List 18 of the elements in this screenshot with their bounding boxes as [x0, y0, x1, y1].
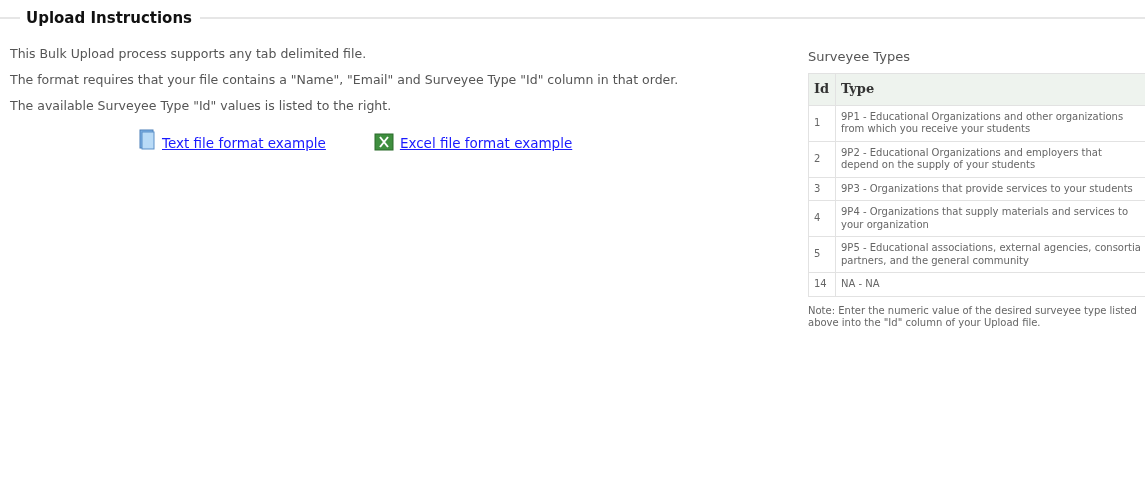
example-link[interactable]: Excel file format example — [399, 135, 573, 151]
table-cell: 3 — [808, 177, 836, 201]
table-cell: 4 — [808, 200, 836, 237]
section-title: Upload Instructions — [25, 9, 193, 27]
table-cell: 1 — [808, 105, 836, 141]
table-cell: 5 — [808, 236, 836, 273]
note-text: Note: Enter the numeric value of the desired surveyee type listed above into the "Id" column of your Upload file. — [808, 304, 1138, 329]
column-header: Type — [835, 73, 1145, 105]
document-icon[interactable] — [138, 129, 156, 151]
instruction-text: This Bulk Upload process supports any tab delimited file. — [10, 47, 368, 61]
instruction-text: The format requires that your file contains a "Name", "Email" and Surveyee Type "Id" column in that order. — [10, 73, 680, 87]
spreadsheet-icon[interactable] — [373, 133, 394, 151]
example-link[interactable]: Text file format example — [162, 135, 326, 151]
table-cell: 2 — [808, 141, 836, 177]
instruction-text: The available Surveyee Type "Id" values is listed to the right. — [10, 99, 393, 113]
table-cell: 14 — [808, 272, 836, 296]
table-title: Surveyee Types — [808, 49, 911, 64]
column-header: Id — [808, 73, 836, 105]
